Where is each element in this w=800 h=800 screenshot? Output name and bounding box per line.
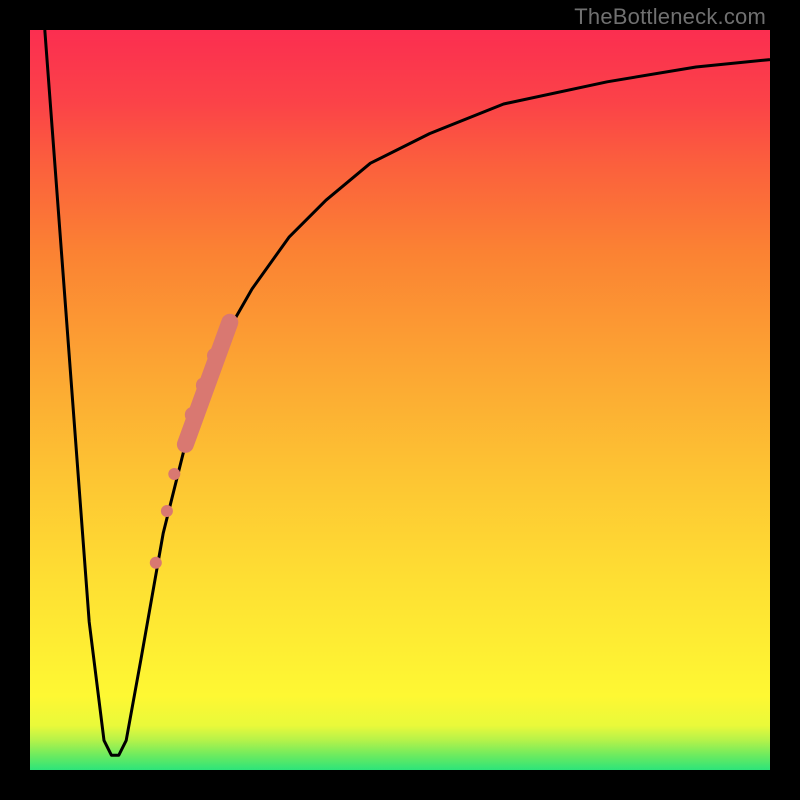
data-marker (168, 468, 180, 480)
data-marker (185, 407, 201, 423)
chart-frame: TheBottleneck.com (0, 0, 800, 800)
data-marker (207, 348, 223, 364)
branding-watermark: TheBottleneck.com (574, 4, 766, 30)
data-marker (150, 557, 162, 569)
branding-text: TheBottleneck.com (574, 4, 766, 29)
curve-path (45, 30, 770, 755)
bottleneck-curve (45, 30, 770, 755)
data-marker (196, 377, 212, 393)
chart-overlay (30, 30, 770, 770)
data-marker (161, 505, 173, 517)
